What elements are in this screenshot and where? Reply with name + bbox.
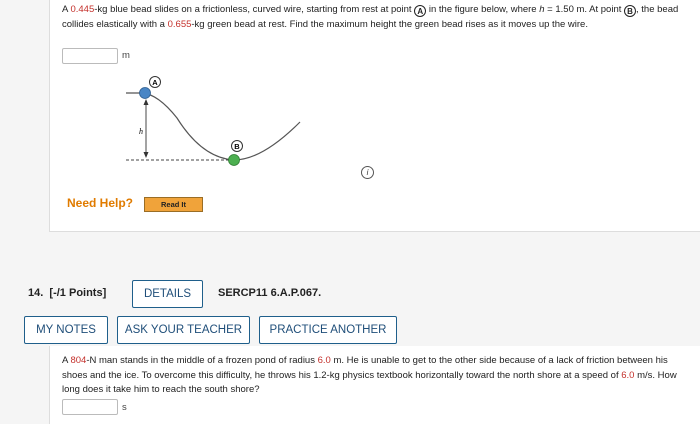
ask-teacher-button[interactable]: ASK YOUR TEACHER <box>117 316 250 344</box>
practice-another-button[interactable]: PRACTICE ANOTHER <box>259 316 397 344</box>
height-arrowhead-bottom <box>143 152 149 158</box>
read-it-button[interactable]: Read It <box>144 197 203 212</box>
unit-label-m: m <box>122 50 130 61</box>
answer-input-height[interactable] <box>62 48 118 64</box>
problem-14-text: A 804-N man stands in the middle of a fr… <box>62 354 692 398</box>
unit-label-s: s <box>122 402 127 413</box>
problem-13-panel: A 0.445-kg blue bead slides on a frictio… <box>49 0 700 232</box>
label-b: B <box>234 142 240 151</box>
info-icon[interactable]: i <box>361 166 374 179</box>
problem-13-text: A 0.445-kg blue bead slides on a frictio… <box>62 3 692 32</box>
green-bead <box>228 154 240 166</box>
need-help-label: Need Help? <box>67 196 134 210</box>
point-b-marker: B <box>624 5 637 17</box>
man-weight: 804 <box>70 355 87 366</box>
bead-b-mass: 0.655 <box>167 18 192 30</box>
problem-14-header: 14. [-/1 Points] <box>28 287 106 299</box>
point-a-marker: A <box>414 5 427 17</box>
height-arrowhead-top <box>143 99 149 105</box>
problem-code: SERCP11 6.A.P.067. <box>218 287 322 299</box>
text-segment: = 1.50 m. At point <box>544 4 625 15</box>
text-segment: -kg blue bead slides on a frictionless, … <box>94 4 415 15</box>
text-segment: -N man stands in the middle of a frozen … <box>86 355 318 366</box>
problem-14-panel: A 804-N man stands in the middle of a fr… <box>49 346 700 424</box>
problem-points: [-/1 Points] <box>49 287 107 299</box>
details-button[interactable]: DETAILS <box>132 280 203 308</box>
text-segment: -kg green bead at rest. Find the maximum… <box>191 18 588 30</box>
label-h: h <box>139 127 143 136</box>
text-segment: in the figure below, where <box>426 4 540 15</box>
label-a: A <box>152 78 158 87</box>
pond-radius: 6.0 <box>317 355 331 366</box>
my-notes-button[interactable]: MY NOTES <box>24 316 108 344</box>
wire-figure: A B h <box>126 76 301 166</box>
problem-number: 14. <box>28 287 44 299</box>
curved-wire <box>126 92 301 161</box>
answer-input-time[interactable] <box>62 399 118 415</box>
book-speed: 6.0 <box>621 369 635 381</box>
blue-bead <box>139 87 151 99</box>
bead-a-mass: 0.445 <box>70 4 95 15</box>
